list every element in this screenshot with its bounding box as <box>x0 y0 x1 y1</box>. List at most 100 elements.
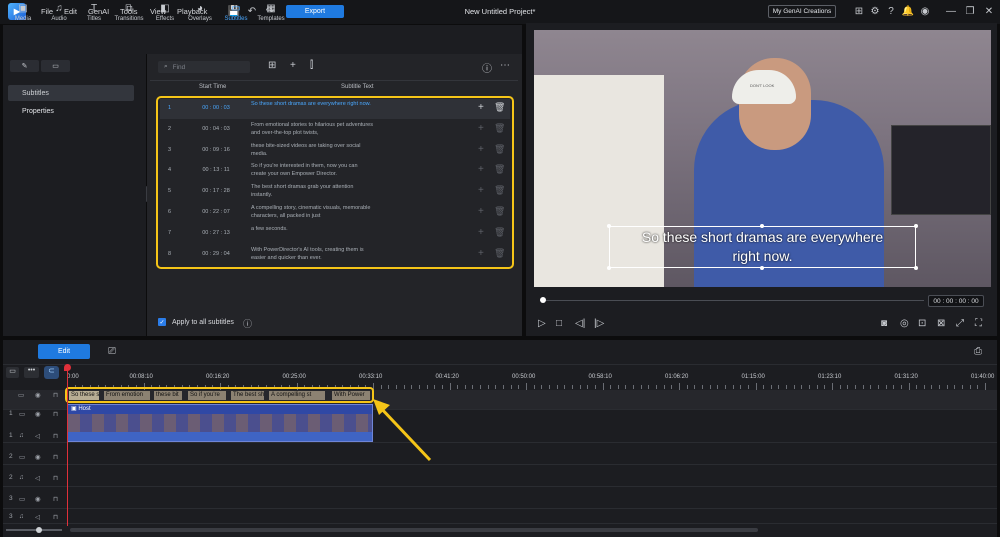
divider <box>3 364 997 365</box>
restore-icon[interactable]: ❐ <box>963 4 977 18</box>
audio-waveform <box>68 432 372 441</box>
my-genai-creations-button[interactable]: My GenAI Creations <box>768 5 836 18</box>
scrubber-thumb[interactable] <box>540 297 546 303</box>
previous-frame-icon[interactable]: ◁| <box>575 318 585 329</box>
fullscreen-icon[interactable]: ⛶ <box>975 318 982 329</box>
audio-track-2 <box>3 465 997 487</box>
track-number: 2 <box>9 474 13 481</box>
apply-all-checkbox[interactable]: ✓ <box>158 318 166 326</box>
video-clip[interactable]: ▣ Host <box>67 404 373 442</box>
info-icon[interactable]: ⓘ <box>243 317 252 330</box>
visibility-icon[interactable]: ◉ <box>35 495 41 503</box>
account-icon[interactable]: ◉ <box>918 4 932 18</box>
add-icon[interactable]: + <box>290 60 296 71</box>
speaker-icon[interactable]: ◁ <box>35 513 40 521</box>
magnetic-icon[interactable]: ⊂ <box>44 366 59 379</box>
video-track-2 <box>3 443 997 465</box>
video-track-icon: ▭ <box>19 454 26 461</box>
visibility-icon[interactable]: ◉ <box>35 410 41 418</box>
tab-transitions[interactable]: ⧉ Transitions <box>111 2 147 28</box>
audio-track-icon: ♫ <box>19 432 24 439</box>
tab-subtitles[interactable]: ▭ Subtitles <box>218 2 254 28</box>
ruler-label: 00:08:10 <box>129 374 153 380</box>
play-icon[interactable]: ▷ <box>538 318 546 329</box>
info-icon[interactable]: ⓘ <box>482 60 492 75</box>
zoom-icon[interactable]: ⊠ <box>937 318 945 329</box>
lock-icon[interactable]: ⊓ <box>53 513 58 521</box>
track-options-icon[interactable]: ••• <box>24 367 39 378</box>
more-icon[interactable]: ⋯ <box>500 60 510 71</box>
storyboard-icon[interactable]: ⎚ <box>108 346 116 357</box>
tab-media[interactable]: ▣ Media <box>5 2 41 28</box>
video-frame[interactable]: DON'T LOOK So these short dramas are eve… <box>534 30 991 287</box>
zoom-slider-thumb[interactable] <box>36 527 42 533</box>
track-number: 3 <box>9 495 13 502</box>
insert-subtitle-icon[interactable]: ⊞ <box>268 60 276 71</box>
resize-handle[interactable] <box>914 266 918 270</box>
resize-handle[interactable] <box>760 266 764 270</box>
visibility-icon[interactable]: ◉ <box>35 453 41 461</box>
lock-icon[interactable]: ⊓ <box>53 432 58 440</box>
export-button[interactable]: Export <box>286 5 344 18</box>
lock-icon[interactable]: ⊓ <box>53 410 58 418</box>
help-icon[interactable]: ? <box>884 4 898 18</box>
scrubber-track[interactable] <box>540 300 924 301</box>
tab-overlays[interactable]: ◕ Overlays <box>182 2 218 28</box>
volume-icon[interactable]: ◎ <box>900 318 909 329</box>
lock-icon[interactable]: ⊓ <box>53 474 58 482</box>
tab-label: Templates <box>257 16 285 22</box>
track-number: 2 <box>9 453 13 460</box>
folder-icon[interactable]: ▭ <box>41 60 70 72</box>
subtitles-icon: ▭ <box>231 3 241 14</box>
timeline-settings-icon[interactable]: ⎙ <box>974 346 982 357</box>
preview-quality-icon[interactable]: ⊡ <box>918 318 926 329</box>
track-manager-icon[interactable]: ▭ <box>6 367 19 378</box>
speaker-icon[interactable]: ◁ <box>35 432 40 440</box>
playhead[interactable] <box>67 366 68 526</box>
tab-label: Overlays <box>188 16 212 22</box>
horizontal-scrollbar[interactable] <box>70 528 758 532</box>
project-title: New Untitled Project* <box>464 7 536 16</box>
speaker-icon[interactable]: ◁ <box>35 474 40 482</box>
layout-icon[interactable]: ⊞ <box>852 4 866 18</box>
tab-templates[interactable]: ▦ Templates <box>253 2 289 28</box>
lock-icon[interactable]: ⊓ <box>53 453 58 461</box>
zoom-slider[interactable] <box>6 529 62 531</box>
subtitle-overlay[interactable]: So these short dramas are everywhere righ… <box>609 228 916 266</box>
lock-icon[interactable]: ⊓ <box>53 391 58 399</box>
timecode-display[interactable]: 00 : 00 : 00 : 00 <box>928 295 984 307</box>
resize-handle[interactable] <box>760 224 764 228</box>
search-placeholder: Find <box>172 63 186 71</box>
ruler-label: 00:33:10 <box>359 374 383 380</box>
minimize-icon[interactable]: — <box>944 4 958 18</box>
lock-icon[interactable]: ⊓ <box>53 495 58 503</box>
gear-icon[interactable]: ⚙ <box>868 4 882 18</box>
resize-handle[interactable] <box>607 266 611 270</box>
tab-audio[interactable]: ♫ Audio <box>41 2 77 28</box>
tab-titles[interactable]: T Titles <box>76 2 112 28</box>
import-subtitle-icon[interactable]: ✎ <box>10 60 39 72</box>
notification-icon[interactable]: 🔔 <box>901 4 915 18</box>
split-icon[interactable]: ⫿ <box>310 60 313 71</box>
snapshot-icon[interactable]: ◙ <box>881 318 887 329</box>
tab-effects[interactable]: ◧ Effects <box>147 2 183 28</box>
ruler-label: 00:16:20 <box>206 374 230 380</box>
nav-subtitles[interactable]: Subtitles <box>8 85 134 101</box>
undock-icon[interactable]: ⤢ <box>956 318 964 329</box>
effects-icon: ◧ <box>160 3 170 14</box>
transitions-icon: ⧉ <box>125 3 133 14</box>
search-input[interactable]: ⌕ Find <box>158 61 250 73</box>
close-icon[interactable]: ✕ <box>982 4 996 18</box>
subtitle-track-icon: ▭ <box>18 392 25 399</box>
video-track-3 <box>3 487 997 509</box>
next-frame-icon[interactable]: |▷ <box>594 318 604 329</box>
resize-handle[interactable] <box>607 224 611 228</box>
ruler-label: 01:06:20 <box>665 374 689 380</box>
edit-button[interactable]: Edit <box>38 344 90 359</box>
visibility-icon[interactable]: ◉ <box>35 391 41 399</box>
nav-properties[interactable]: Properties <box>8 103 134 119</box>
resize-handle[interactable] <box>914 224 918 228</box>
apply-all-label: Apply to all subtitles <box>172 319 234 326</box>
playhead-marker[interactable] <box>64 364 71 371</box>
stop-icon[interactable]: □ <box>556 318 562 329</box>
